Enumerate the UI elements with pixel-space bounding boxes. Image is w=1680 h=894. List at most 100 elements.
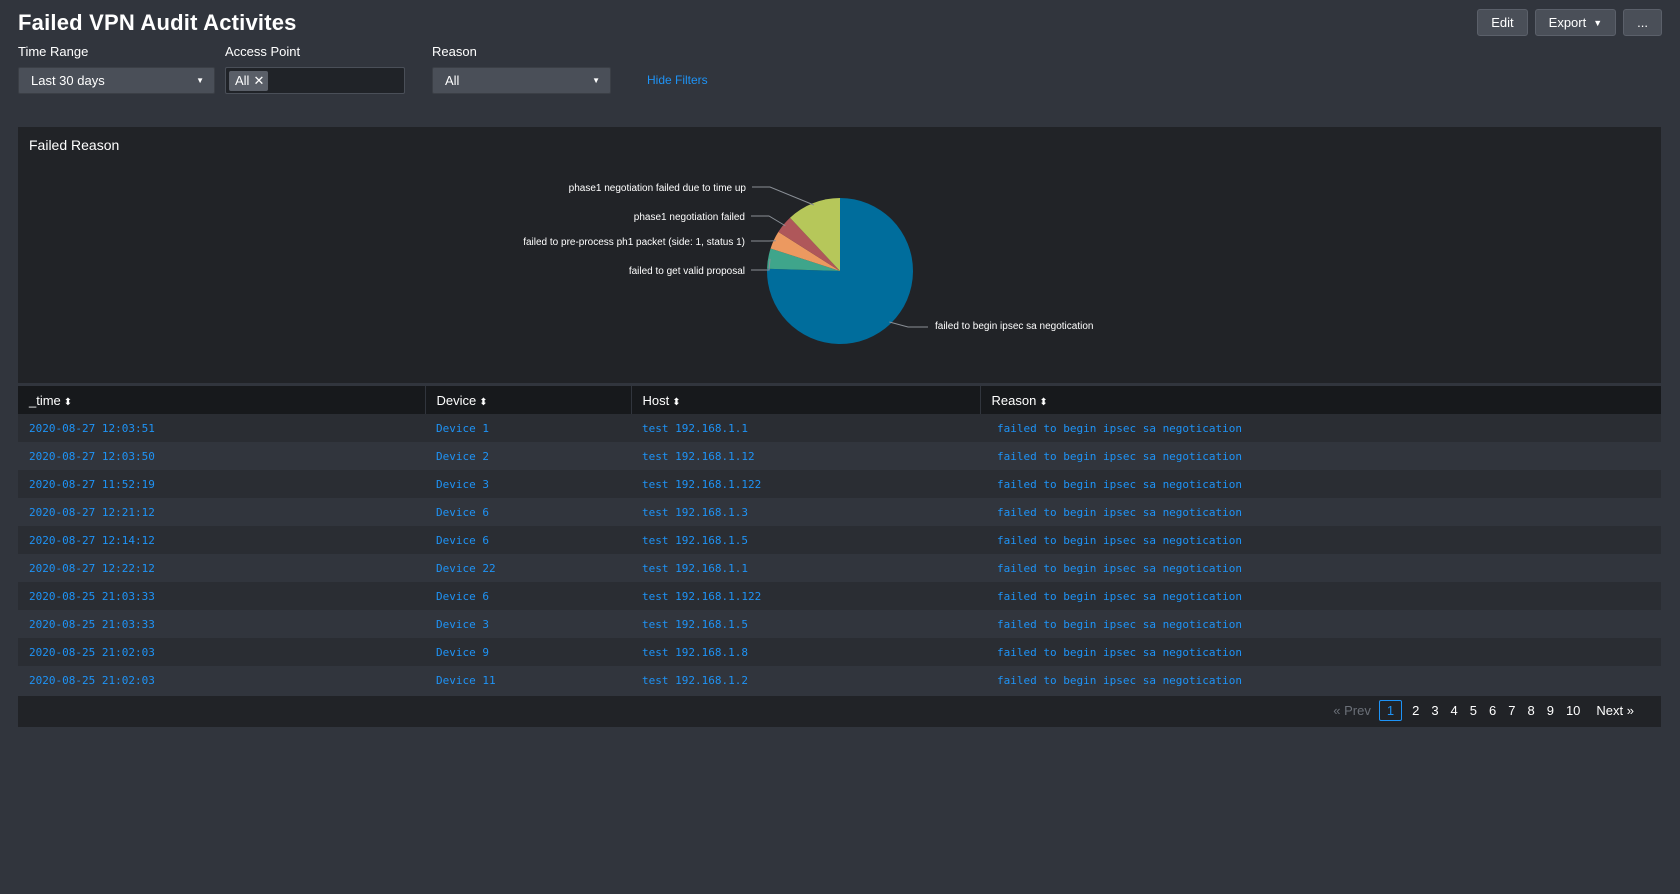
prev-page-button: « Prev (1333, 703, 1371, 718)
cell-reason[interactable]: failed to begin ipsec sa negotication (980, 582, 1661, 610)
column-header-label: _time (29, 392, 61, 408)
cell-reason[interactable]: failed to begin ipsec sa negotication (980, 610, 1661, 638)
cell-time[interactable]: 2020-08-25 21:03:33 (18, 582, 425, 610)
table-body: 2020-08-27 12:03:51 Device 1 test 192.168.… (18, 414, 1661, 694)
reason-dropdown[interactable]: All ▼ (432, 67, 611, 94)
cell-reason[interactable]: failed to begin ipsec sa negotication (980, 638, 1661, 666)
page-button[interactable]: 7 (1502, 703, 1521, 718)
column-header-label: Device (436, 392, 477, 408)
time-range-dropdown[interactable]: Last 30 days ▼ (18, 67, 215, 94)
table-row: 2020-08-27 12:03:50 Device 2 test 192.168.… (18, 442, 1661, 470)
page-button[interactable]: 4 (1445, 703, 1464, 718)
pie-slice-label: failed to begin ipsec sa negotication (935, 321, 1093, 332)
cell-time[interactable]: 2020-08-27 12:03:51 (18, 414, 425, 442)
cell-device[interactable]: Device 3 (425, 470, 631, 498)
dashboard-title: Failed VPN Audit Activites (18, 10, 297, 35)
cell-host[interactable]: test 192.168.1.1 (631, 554, 980, 582)
failed-reason-pie-chart: failed to begin ipsec sa negotication fai… (523, 183, 1093, 344)
page-button[interactable]: 10 (1560, 703, 1586, 718)
cell-host[interactable]: test 192.168.1.3 (631, 498, 980, 526)
column-header-reason[interactable]: Reason ⬍ (980, 386, 1661, 414)
table-row: 2020-08-27 11:52:19 Device 3 test 192.168.… (18, 470, 1661, 498)
page-button-current[interactable]: 1 (1378, 700, 1403, 721)
edit-button[interactable]: Edit (1477, 9, 1528, 36)
cell-device[interactable]: Device 6 (425, 498, 631, 526)
pie-leader-line (752, 186, 815, 206)
edit-button-label: Edit (1491, 15, 1514, 30)
table-row: 2020-08-27 12:21:12 Device 6 test 192.168.… (18, 498, 1661, 526)
cell-reason[interactable]: failed to begin ipsec sa negotication (980, 526, 1661, 554)
page-button[interactable]: 9 (1541, 703, 1560, 718)
cell-device[interactable]: Device 9 (425, 638, 631, 666)
page-button[interactable]: 5 (1464, 703, 1483, 718)
cell-time[interactable]: 2020-08-27 12:22:12 (18, 554, 425, 582)
export-button-label: Export (1548, 15, 1587, 30)
table-header-row: _time ⬍ Device ⬍ Host ⬍ Reason ⬍ (18, 386, 1661, 414)
page-button[interactable]: 8 (1521, 703, 1540, 718)
cell-device[interactable]: Device 2 (425, 442, 631, 470)
pagination: « Prev 1 2 3 4 5 6 7 8 9 10 Next » (1327, 700, 1640, 721)
column-header-device[interactable]: Device ⬍ (425, 386, 632, 414)
reason-filter-value: All (445, 73, 460, 88)
column-header-label: Reason (991, 392, 1037, 408)
pie-leader-line (889, 321, 928, 328)
table-row: 2020-08-25 21:02:03 Device 11 test 192.168… (18, 666, 1661, 694)
cell-time[interactable]: 2020-08-27 12:21:12 (18, 498, 425, 526)
cell-device[interactable]: Device 22 (425, 554, 631, 582)
cell-time[interactable]: 2020-08-27 12:14:12 (18, 526, 425, 554)
cell-device[interactable]: Device 6 (425, 526, 631, 554)
sort-icon[interactable]: ⬍ (64, 397, 72, 408)
access-point-multiselect[interactable]: All ✕ (225, 67, 405, 94)
cell-host[interactable]: test 192.168.1.1 (631, 414, 980, 442)
more-actions-label: ... (1637, 15, 1648, 30)
next-page-button[interactable]: Next » (1590, 703, 1640, 718)
cell-host[interactable]: test 192.168.1.2 (631, 666, 980, 694)
cell-device[interactable]: Device 3 (425, 610, 631, 638)
cell-reason[interactable]: failed to begin ipsec sa negotication (980, 666, 1661, 694)
sort-icon[interactable]: ⬍ (479, 397, 487, 408)
cell-time[interactable]: 2020-08-25 21:03:33 (18, 610, 425, 638)
cell-time[interactable]: 2020-08-27 11:52:19 (18, 470, 425, 498)
events-table: _time ⬍ Device ⬍ Host ⬍ Reason ⬍ 2020-08-27 … (18, 386, 1661, 694)
sort-icon[interactable]: ⬍ (672, 397, 680, 408)
time-range-label: Time Range (18, 44, 89, 59)
cell-time[interactable]: 2020-08-25 21:02:03 (18, 638, 425, 666)
pagination-bar: « Prev 1 2 3 4 5 6 7 8 9 10 Next » (18, 696, 1661, 727)
cell-reason[interactable]: failed to begin ipsec sa negotication (980, 414, 1661, 442)
cell-device[interactable]: Device 6 (425, 582, 631, 610)
page-button[interactable]: 6 (1483, 703, 1502, 718)
access-point-token-label: All (235, 73, 250, 88)
table-row: 2020-08-25 21:03:33 Device 3 test 192.168.… (18, 610, 1661, 638)
table-row: 2020-08-25 21:03:33 Device 6 test 192.168.… (18, 582, 1661, 610)
cell-host[interactable]: test 192.168.1.8 (631, 638, 980, 666)
table-row: 2020-08-27 12:22:12 Device 22 test 192.168… (18, 554, 1661, 582)
cell-reason[interactable]: failed to begin ipsec sa negotication (980, 498, 1661, 526)
hide-filters-link[interactable]: Hide Filters (647, 73, 708, 87)
cell-host[interactable]: test 192.168.1.122 (631, 582, 980, 610)
remove-token-icon[interactable]: ✕ (253, 73, 264, 89)
cell-reason[interactable]: failed to begin ipsec sa negotication (980, 470, 1661, 498)
cell-time[interactable]: 2020-08-25 21:02:03 (18, 666, 425, 694)
caret-down-icon: ▼ (1593, 17, 1603, 28)
reason-filter-label: Reason (432, 44, 477, 59)
pie-slice-label: phase1 negotiation failed (634, 212, 745, 223)
column-header-time[interactable]: _time ⬍ (18, 386, 426, 414)
cell-host[interactable]: test 192.168.1.12 (631, 442, 980, 470)
export-button[interactable]: Export ▼ (1534, 9, 1617, 36)
column-header-label: Host (642, 392, 670, 408)
page-button[interactable]: 3 (1425, 703, 1444, 718)
caret-down-icon: ▼ (592, 76, 600, 85)
cell-device[interactable]: Device 11 (425, 666, 631, 694)
page-button[interactable]: 2 (1406, 703, 1425, 718)
access-point-label: Access Point (225, 44, 301, 59)
sort-icon[interactable]: ⬍ (1039, 397, 1047, 408)
cell-host[interactable]: test 192.168.1.122 (631, 470, 980, 498)
more-actions-button[interactable]: ... (1623, 9, 1662, 36)
cell-reason[interactable]: failed to begin ipsec sa negotication (980, 554, 1661, 582)
cell-reason[interactable]: failed to begin ipsec sa negotication (980, 442, 1661, 470)
column-header-host[interactable]: Host ⬍ (631, 386, 981, 414)
cell-host[interactable]: test 192.168.1.5 (631, 610, 980, 638)
cell-time[interactable]: 2020-08-27 12:03:50 (18, 442, 425, 470)
cell-device[interactable]: Device 1 (425, 414, 631, 442)
cell-host[interactable]: test 192.168.1.5 (631, 526, 980, 554)
